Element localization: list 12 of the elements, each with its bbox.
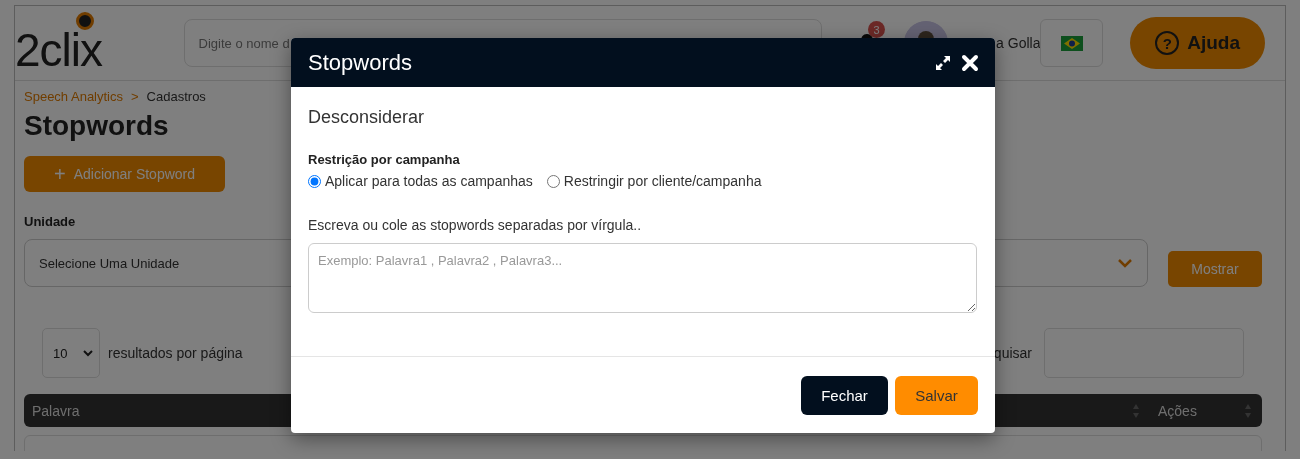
breadcrumb-separator: > (131, 89, 139, 104)
section-title: Desconsiderar (308, 107, 426, 128)
notification-badge: 3 (868, 21, 886, 38)
page-title: Stopwords (24, 110, 169, 142)
search-label: quisar (993, 345, 1032, 361)
restriction-label: Restrição por campanha (308, 152, 461, 167)
breadcrumb-current: Cadastros (146, 89, 206, 104)
textarea-label: Escreva ou cole as stopwords separadas por vírgula.. (308, 217, 643, 233)
page-size-label: resultados por página (108, 345, 243, 361)
logo: 2clix (15, 11, 120, 75)
unit-label: Unidade (24, 214, 76, 229)
dialog-title: Stopwords (308, 49, 413, 76)
